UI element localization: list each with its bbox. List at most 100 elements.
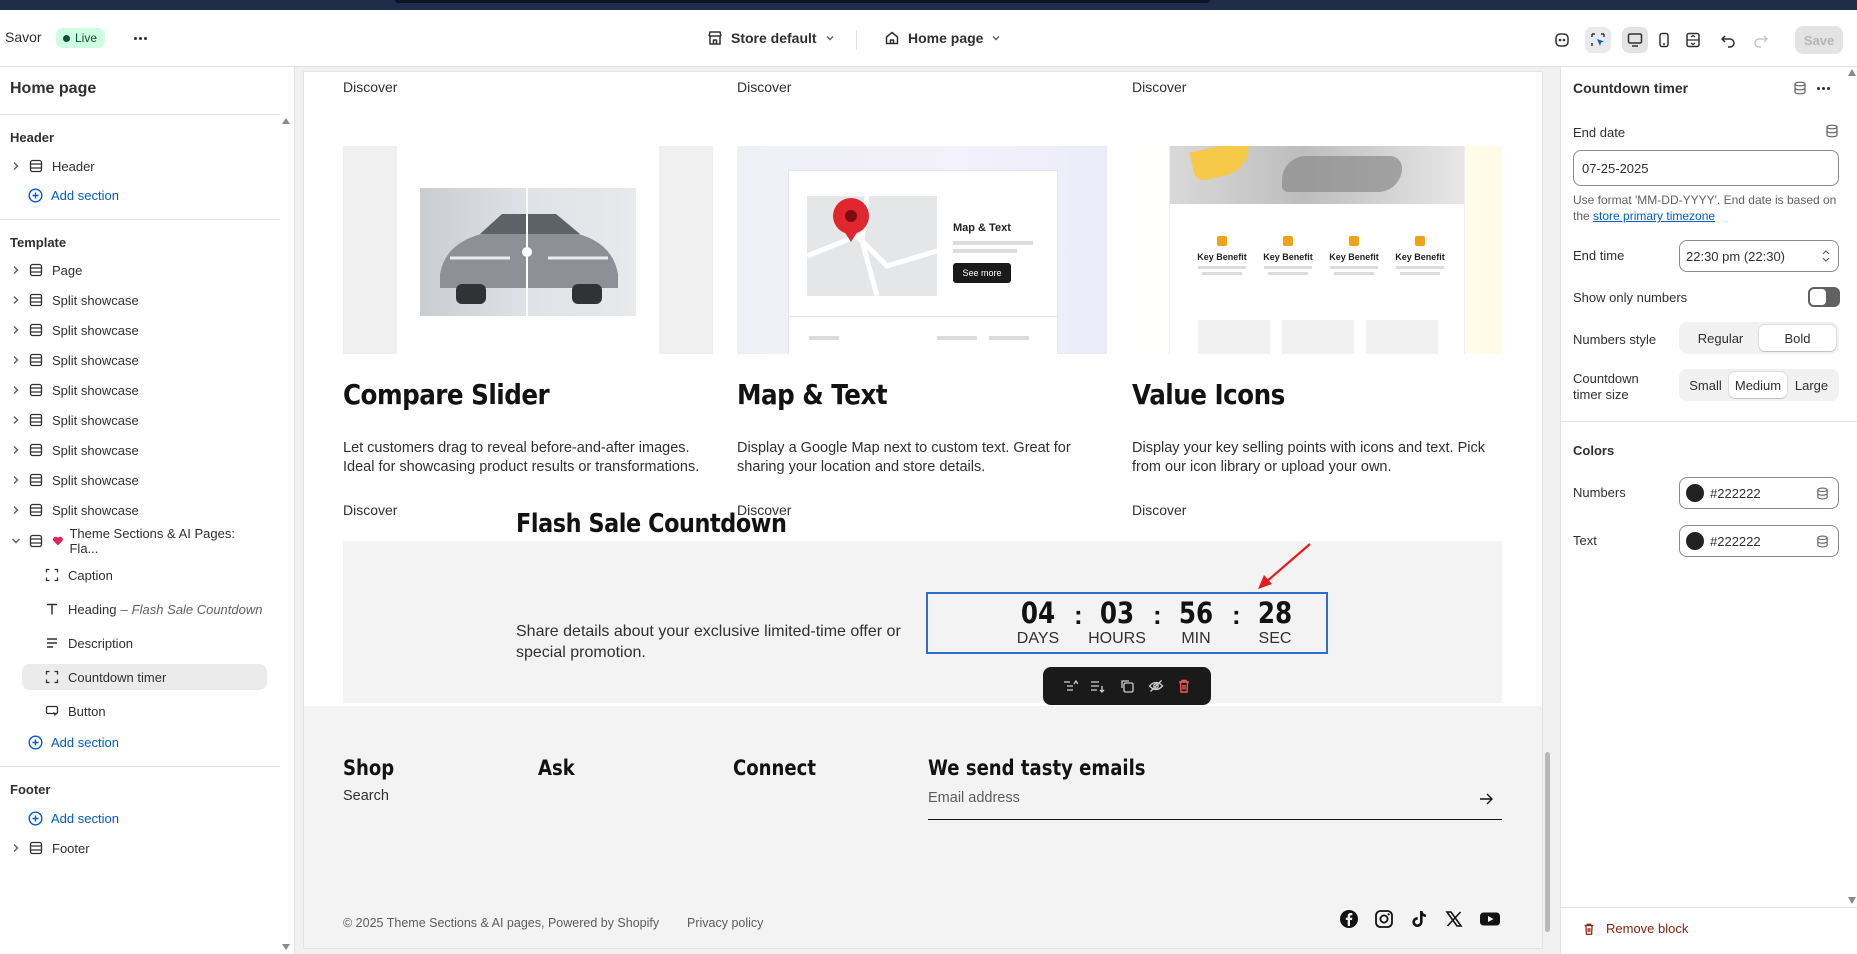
show-only-numbers-toggle[interactable] (1808, 287, 1840, 307)
database-icon[interactable] (1793, 81, 1807, 95)
store-name[interactable]: Savor (5, 29, 42, 45)
scroll-up-arrow-icon[interactable] (281, 117, 291, 125)
x-icon[interactable] (1444, 909, 1464, 929)
newsletter-email-input[interactable]: Email address (928, 790, 1502, 820)
sidebar-item-footer[interactable]: Footer (10, 835, 265, 861)
section-icon (29, 503, 43, 517)
map-card-button: See more (953, 263, 1011, 283)
sidebar-item-template-section[interactable]: Split showcase (10, 407, 265, 433)
sidebar-item-template-section[interactable]: Split showcase (10, 467, 265, 493)
settings-title: Countdown timer (1573, 80, 1689, 96)
numbers-style-bold[interactable]: Bold (1759, 325, 1836, 351)
block-frame-icon (45, 568, 59, 582)
database-icon[interactable] (1816, 487, 1829, 500)
more-actions-button[interactable] (134, 37, 147, 40)
delete-icon[interactable] (1176, 678, 1192, 694)
text-color-picker[interactable]: #222222 (1679, 525, 1839, 557)
size-large[interactable]: Large (1787, 372, 1836, 398)
inspector-button[interactable] (1585, 27, 1611, 53)
chevron-right-icon (13, 266, 19, 274)
size-medium[interactable]: Medium (1729, 372, 1787, 398)
duplicate-icon[interactable] (1119, 678, 1135, 694)
block-countdown-timer[interactable]: Countdown timer (22, 664, 267, 690)
facebook-icon[interactable] (1339, 909, 1359, 929)
section-icon (29, 473, 43, 487)
instagram-icon[interactable] (1374, 909, 1394, 929)
section-icon (29, 443, 43, 457)
tiktok-icon[interactable] (1409, 909, 1429, 929)
countdown-size-label: Countdown timer size (1573, 371, 1639, 402)
scroll-up-arrow-icon[interactable] (1848, 69, 1856, 76)
topbar-divider (856, 30, 857, 50)
benefit-icon (1415, 236, 1425, 246)
store-timezone-link[interactable]: store primary timezone (1593, 209, 1715, 223)
sidebar-item-template-section[interactable]: Split showcase (10, 347, 265, 373)
sidebar-item-header[interactable]: Header (10, 153, 265, 179)
desktop-view-button[interactable] (1622, 27, 1648, 53)
sidebar-item-template-section[interactable]: Split showcase (10, 377, 265, 403)
save-button[interactable]: Save (1795, 26, 1843, 54)
store-preview: Discover Discover Discover Compare Slide… (304, 72, 1542, 948)
size-small[interactable]: Small (1682, 372, 1729, 398)
countdown-value: 56 (1178, 596, 1214, 630)
redo-button[interactable] (1748, 27, 1774, 53)
editor-topbar: Savor Live Store default Home page Save (0, 10, 1857, 67)
header-group-label: Header (10, 130, 55, 145)
block-heading[interactable]: Heading – Flash Sale Countdown (44, 596, 299, 622)
add-section-footer-button[interactable]: Add section (28, 811, 119, 826)
full-width-view-button[interactable] (1680, 27, 1706, 53)
sidebar-item-template-section[interactable]: Split showcase (10, 287, 265, 313)
move-down-icon[interactable] (1090, 678, 1106, 694)
select-cursor-icon (1591, 33, 1605, 46)
discover-link[interactable]: Discover (1132, 502, 1186, 518)
sidebar-item-template-section[interactable]: Page (10, 257, 265, 283)
database-icon[interactable] (1825, 124, 1839, 138)
preview-scrollbar[interactable] (1544, 72, 1552, 948)
footer-link-search[interactable]: Search (343, 788, 389, 804)
sidebar-item-template-section[interactable]: Split showcase (10, 497, 265, 523)
page-select[interactable]: Home page (884, 30, 1001, 46)
move-up-icon[interactable] (1062, 678, 1078, 694)
add-section-header-button[interactable]: Add section (28, 188, 119, 203)
discover-link[interactable]: Discover (737, 79, 791, 95)
sidebar-item-flash-sale-section[interactable]: Theme Sections & AI Pages: Fla... (10, 526, 265, 556)
end-date-input[interactable]: 07-25-2025 (1573, 150, 1839, 186)
color-swatch[interactable] (1686, 532, 1704, 550)
discover-link[interactable]: Discover (343, 502, 397, 518)
discover-link[interactable]: Discover (343, 79, 397, 95)
hide-icon[interactable] (1148, 678, 1164, 694)
block-description[interactable]: Description (44, 630, 299, 656)
scroll-down-arrow-icon[interactable] (1848, 897, 1856, 904)
countdown-unit: 03 HOURS (1082, 594, 1152, 648)
more-actions-button[interactable] (1817, 87, 1830, 90)
color-swatch[interactable] (1686, 484, 1704, 502)
page-title: Home page (10, 80, 97, 97)
arrow-right-icon[interactable] (1478, 792, 1494, 806)
end-date-help-text: Use format 'MM-DD-YYYY'. End date is bas… (1573, 193, 1837, 223)
countdown-timer-block[interactable]: 04 DAYS:03 HOURS:56 MIN:28 SEC (926, 592, 1328, 654)
section-icon (29, 323, 43, 337)
undo-button[interactable] (1715, 27, 1741, 53)
block-caption[interactable]: Caption (44, 562, 299, 588)
privacy-policy-link[interactable]: Privacy policy (687, 916, 763, 930)
block-button[interactable]: Button (44, 698, 299, 724)
add-section-template-button[interactable]: Add section (28, 735, 119, 750)
heading-subtitle: Flash Sale Countdown (131, 601, 263, 617)
footer-group-label: Footer (10, 782, 51, 797)
discover-link[interactable]: Discover (1132, 79, 1186, 95)
divider (1561, 421, 1857, 422)
sidebar-item-template-section[interactable]: Split showcase (10, 317, 265, 343)
youtube-icon[interactable] (1479, 909, 1501, 929)
mobile-view-button[interactable] (1651, 27, 1677, 53)
trash-icon (1584, 923, 1594, 935)
theme-select[interactable]: Store default (707, 30, 835, 46)
numbers-style-regular[interactable]: Regular (1682, 325, 1759, 351)
remove-block-button[interactable]: Remove block (1582, 921, 1688, 936)
sidebar-item-template-section[interactable]: Split showcase (10, 437, 265, 463)
divider (1561, 907, 1857, 908)
app-embeds-button[interactable] (1549, 27, 1575, 53)
numbers-color-picker[interactable]: #222222 (1679, 477, 1839, 509)
database-icon[interactable] (1816, 535, 1829, 548)
end-time-select[interactable]: 22:30 pm (22:30) (1679, 240, 1839, 272)
scroll-down-arrow-icon[interactable] (281, 943, 291, 951)
